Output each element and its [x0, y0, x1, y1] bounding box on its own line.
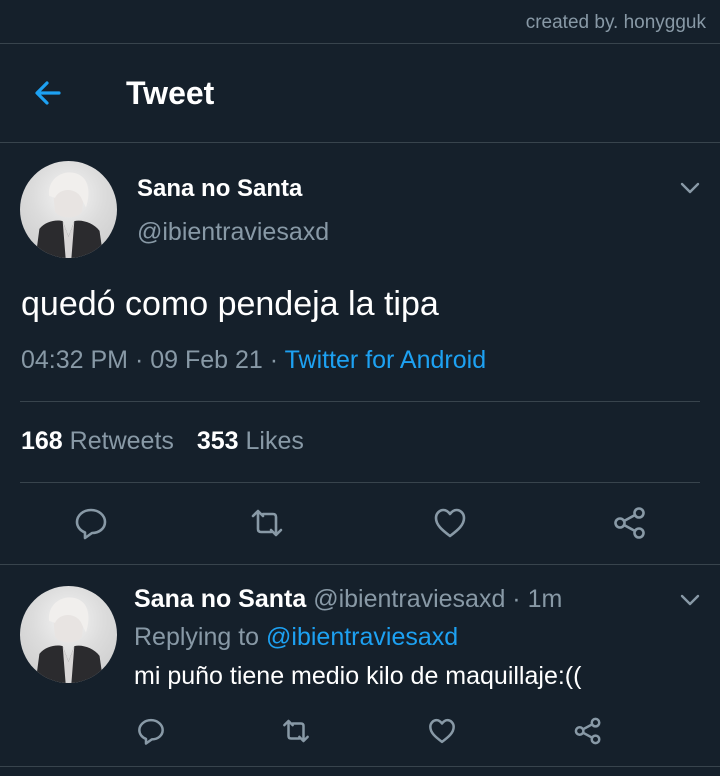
bottom-divider	[0, 766, 720, 767]
meta-divider	[20, 401, 700, 402]
reply-retweet-icon[interactable]	[281, 716, 311, 746]
likes-stat[interactable]: 353 Likes	[197, 427, 304, 455]
reply-reply-icon[interactable]	[136, 716, 166, 746]
likes-count: 353	[196, 427, 239, 455]
author-name[interactable]: Sana no Santa	[137, 175, 302, 203]
likes-label: Likes	[245, 427, 304, 455]
replying-to: Replying to @ibientraviesaxd	[134, 623, 458, 652]
tweet-meta: 04:32 PM · 09 Feb 21 · Twitter for Andro…	[21, 346, 486, 375]
credit-watermark: created by. honygguk	[525, 12, 706, 33]
share-icon[interactable]	[612, 505, 648, 541]
like-icon[interactable]	[432, 505, 468, 541]
thread-divider	[0, 564, 720, 565]
engagement-stats: 168 Retweets 353 Likes	[21, 427, 304, 456]
reply-author-handle[interactable]: @ibientraviesaxd	[313, 585, 505, 613]
tweet-text: quedó como pendeja la tipa	[21, 285, 439, 323]
reply-text: mi puño tiene medio kilo de maquillaje:(…	[134, 662, 582, 690]
replying-to-handle-link[interactable]: @ibientraviesaxd	[266, 623, 458, 651]
meta-separator: ·	[269, 346, 285, 374]
retweet-icon[interactable]	[249, 505, 285, 541]
meta-separator: ·	[134, 346, 151, 374]
retweets-label: Retweets	[69, 427, 174, 455]
tweet-time: 04:32 PM	[21, 346, 129, 374]
chevron-down-icon[interactable]	[678, 176, 702, 200]
arrow-left-icon[interactable]	[32, 77, 64, 109]
reply-header: Sana no Santa @ibientraviesaxd · 1m	[134, 585, 562, 614]
reply-author-name[interactable]: Sana no Santa	[134, 585, 306, 613]
reply-like-icon[interactable]	[427, 716, 457, 746]
stats-divider	[20, 482, 700, 483]
reply-separator: ·	[505, 585, 528, 613]
tweet-date: 09 Feb 21	[150, 346, 263, 374]
replying-prefix: Replying to	[134, 623, 260, 651]
tweet-source-link[interactable]: Twitter for Android	[285, 346, 486, 374]
avatar[interactable]	[20, 161, 117, 258]
reply-chevron-down-icon[interactable]	[678, 588, 702, 612]
retweets-count: 168	[21, 427, 63, 455]
retweets-stat[interactable]: 168 Retweets	[21, 427, 174, 455]
header: Tweet	[0, 44, 720, 142]
author-handle[interactable]: @ibientraviesaxd	[137, 218, 329, 247]
reply-age: 1m	[527, 585, 563, 613]
reply-avatar[interactable]	[20, 586, 117, 683]
reply-icon[interactable]	[73, 505, 109, 541]
header-divider	[0, 142, 720, 143]
reply-share-icon[interactable]	[573, 716, 603, 746]
page-title: Tweet	[126, 75, 215, 111]
